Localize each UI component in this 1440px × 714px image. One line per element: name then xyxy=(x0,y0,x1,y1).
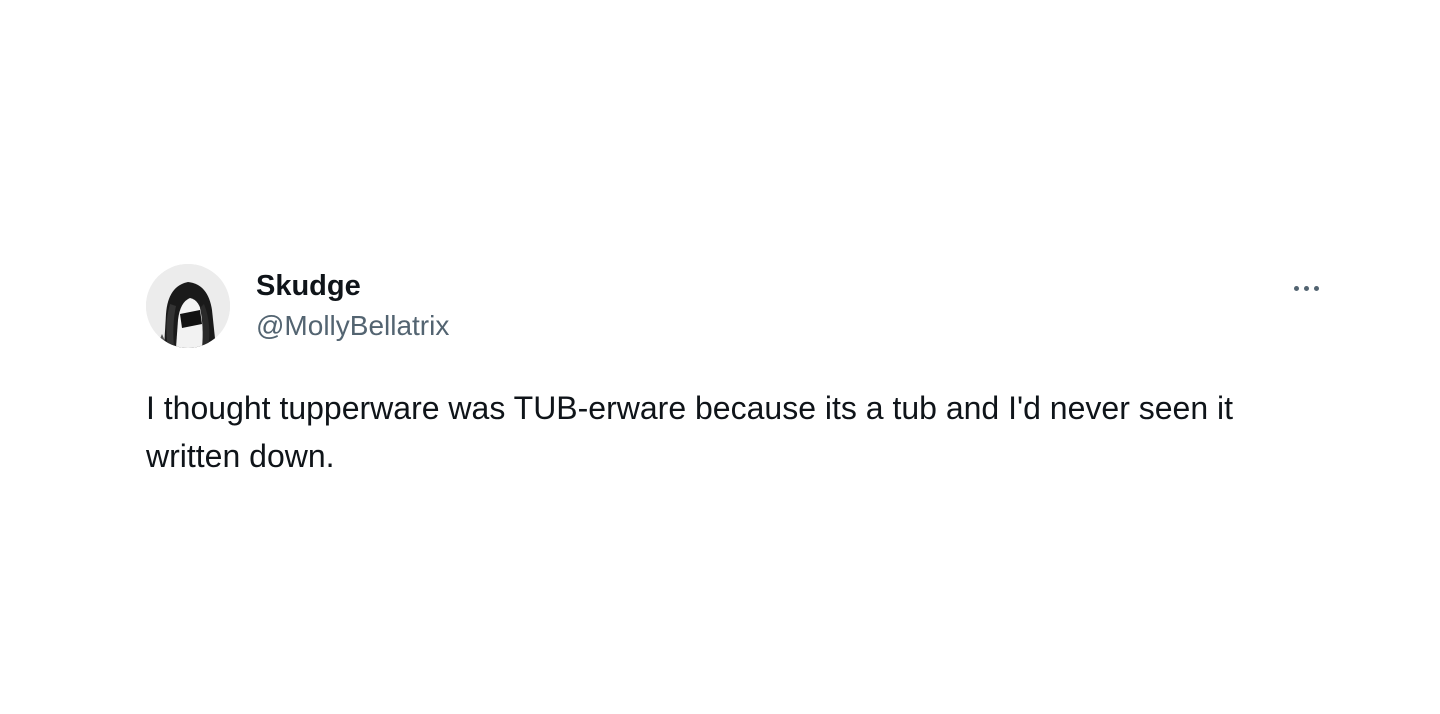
tweet-text: I thought tupperware was TUB-erware beca… xyxy=(146,390,1234,474)
more-horizontal-icon xyxy=(1313,285,1319,291)
more-horizontal-icon xyxy=(1293,285,1299,291)
more-horizontal-icon xyxy=(1303,285,1309,291)
avatar-photo-icon xyxy=(146,264,230,348)
avatar[interactable] xyxy=(146,264,230,348)
tweet-header: Skudge @MollyBellatrix xyxy=(146,264,1336,348)
author-handle[interactable]: @MollyBellatrix xyxy=(256,308,449,344)
tweet-card[interactable]: Skudge @MollyBellatrix I thought tupperw… xyxy=(146,264,1336,480)
author-names: Skudge @MollyBellatrix xyxy=(256,268,449,344)
more-options-button[interactable] xyxy=(1286,276,1326,300)
author-display-name[interactable]: Skudge xyxy=(256,268,449,304)
